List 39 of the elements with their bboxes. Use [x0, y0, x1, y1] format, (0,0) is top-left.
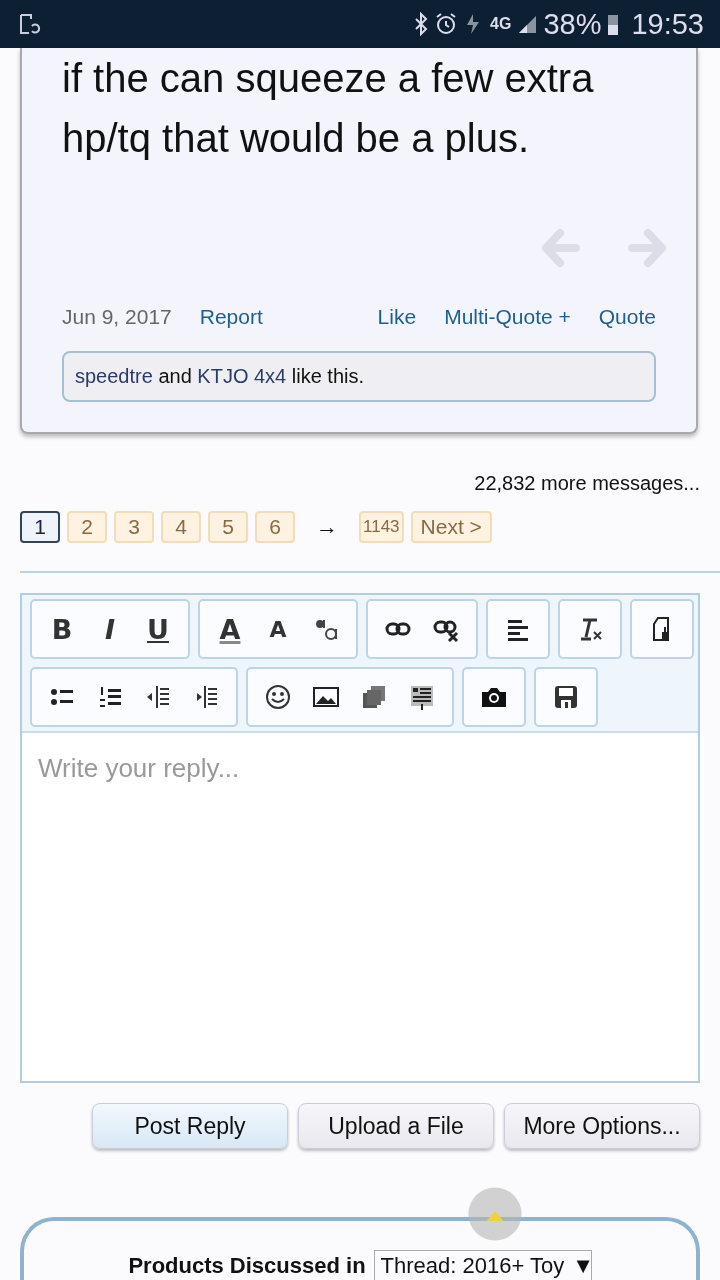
- battery-percent: 38%: [543, 7, 602, 41]
- clock: 19:53: [631, 7, 704, 41]
- post-action-link[interactable]: Like: [377, 305, 417, 329]
- reply-field[interactable]: Write your reply...: [22, 733, 698, 1081]
- underline-button[interactable]: U: [134, 605, 182, 653]
- bold-button[interactable]: B: [38, 605, 86, 653]
- form-button[interactable]: Upload a File: [298, 1103, 494, 1149]
- likes-summary: speedtre and KTJO 4x4 like this.: [62, 351, 656, 402]
- post-text: if the can squeeze a few extra: [62, 55, 595, 102]
- screen-rotate-icon: [18, 11, 42, 37]
- post-action-link[interactable]: Multi-Quote +: [444, 305, 571, 329]
- form-button[interactable]: Post Reply: [92, 1103, 288, 1149]
- page-link[interactable]: 4: [161, 511, 201, 543]
- code-icon: [408, 683, 436, 711]
- save-icon: [552, 683, 580, 711]
- report-link[interactable]: Report: [199, 305, 263, 329]
- post-text: hp/tq that would be a plus.: [62, 115, 530, 162]
- post-date: Jun 9, 2017: [62, 305, 172, 329]
- media-icon: [360, 683, 388, 711]
- products-label: Products Discussed in: [128, 1253, 366, 1279]
- page-link[interactable]: 6: [255, 511, 295, 543]
- more-messages: 22,832 more messages...: [473, 471, 701, 495]
- page-link[interactable]: 5: [208, 511, 248, 543]
- network-label: 4G: [490, 15, 512, 33]
- color-button[interactable]: A: [206, 605, 254, 653]
- post-action-link[interactable]: Quote: [598, 305, 656, 329]
- size-button[interactable]: A: [254, 605, 302, 653]
- battery-icon: [607, 12, 620, 36]
- page-link[interactable]: 3: [114, 511, 154, 543]
- form-button[interactable]: More Options...: [504, 1103, 700, 1149]
- ellipsis-arrow: →: [316, 514, 338, 540]
- thread-select[interactable]: Thread: 2016+ Toy ▼: [373, 1250, 592, 1280]
- page-link[interactable]: 2: [67, 511, 107, 543]
- bluetooth-icon: [414, 12, 429, 36]
- page-link[interactable]: 1143: [359, 511, 404, 543]
- next-link[interactable]: Next >: [410, 511, 492, 543]
- italic-button[interactable]: I: [86, 605, 134, 653]
- page-link[interactable]: 1: [20, 511, 60, 543]
- smiley-icon: [264, 683, 292, 711]
